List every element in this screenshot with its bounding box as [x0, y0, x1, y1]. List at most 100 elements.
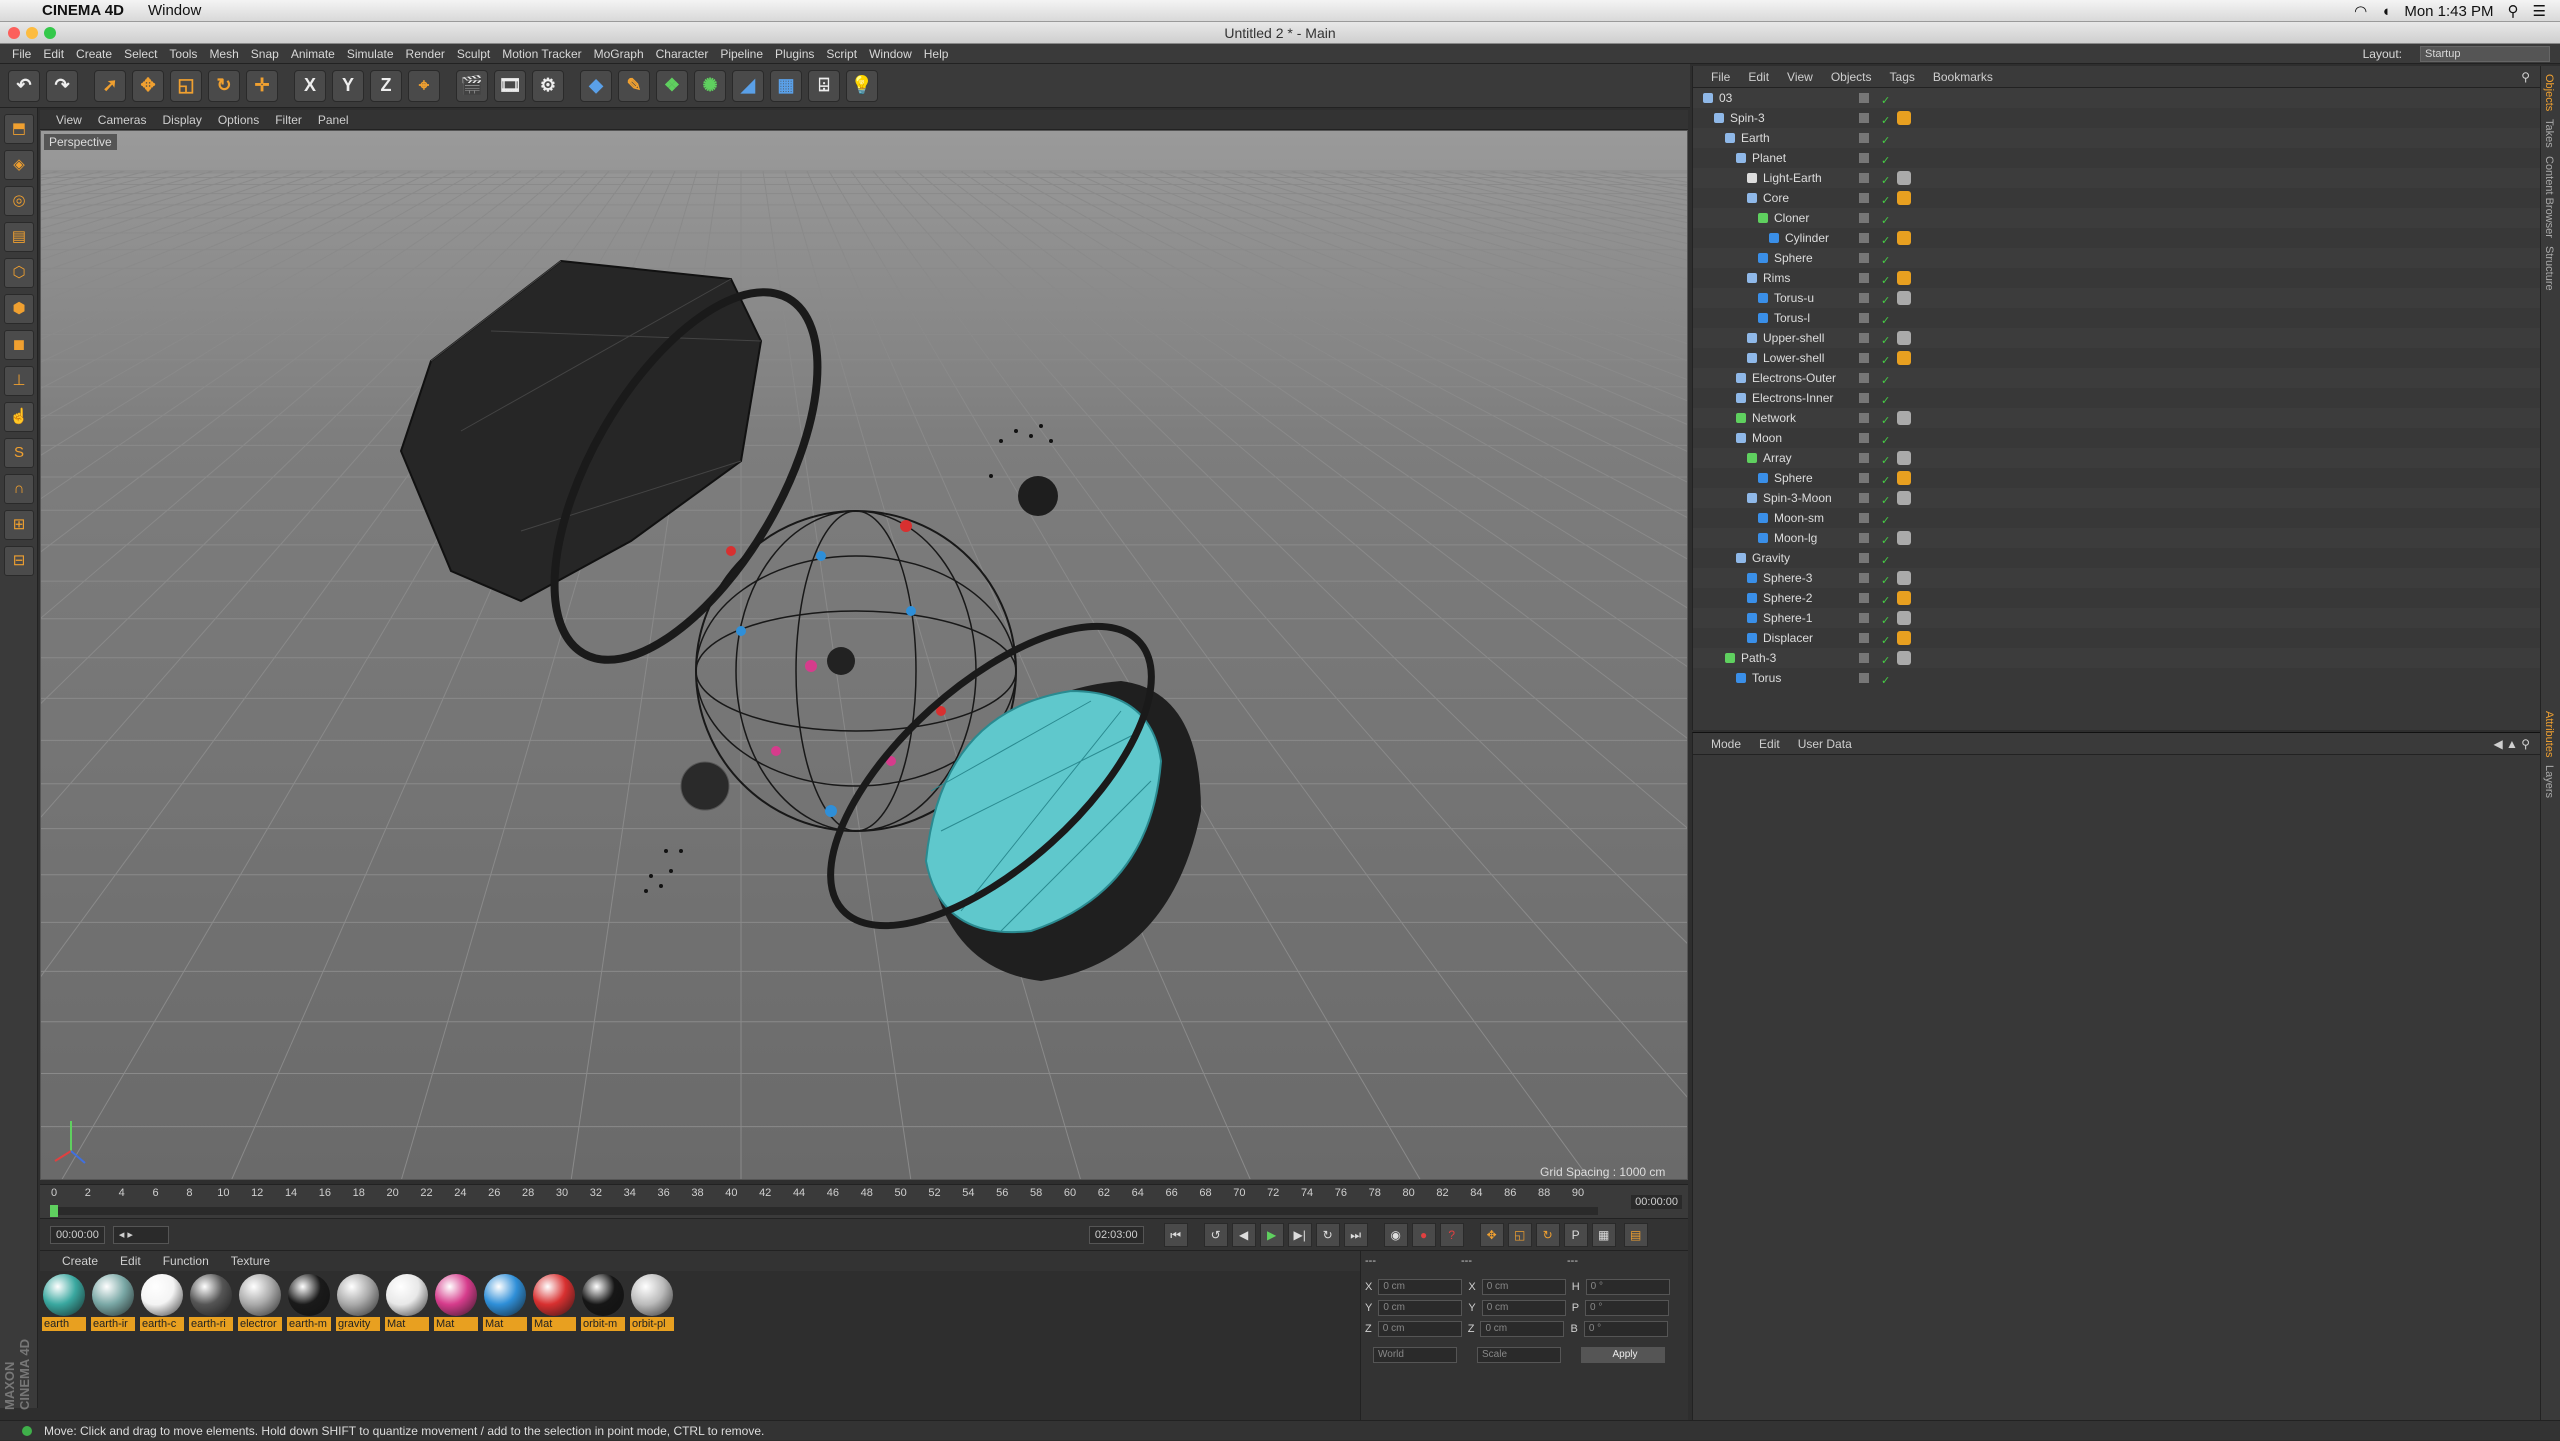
layer-icon[interactable]: [1859, 353, 1869, 363]
object-name[interactable]: Sphere: [1774, 248, 1813, 268]
rotation-h-field[interactable]: 0 °: [1585, 1279, 1670, 1295]
material-swatch[interactable]: earth-c: [140, 1273, 184, 1335]
subdivision-icon[interactable]: ❖: [656, 69, 688, 102]
material-menu-texture[interactable]: Texture: [231, 1254, 270, 1268]
object-menu-objects[interactable]: Objects: [1831, 70, 1872, 84]
size-z-field[interactable]: 0 cm: [1480, 1321, 1565, 1337]
object-tag-icon[interactable]: [1897, 491, 1911, 505]
points-mode-icon[interactable]: ⬡: [4, 258, 34, 288]
select-tool-icon[interactable]: ➚: [94, 69, 126, 102]
undo-icon[interactable]: ↶: [8, 69, 40, 102]
key-pla-icon[interactable]: ▦: [1591, 1222, 1616, 1247]
floor-icon[interactable]: ▦: [770, 69, 802, 102]
menu-character[interactable]: Character: [656, 47, 709, 61]
polygons-mode-icon[interactable]: ◼: [4, 330, 34, 360]
attribute-menu-user-data[interactable]: User Data: [1798, 737, 1852, 751]
object-row[interactable]: Electrons-Inner ✓: [1693, 388, 2541, 408]
material-swatch[interactable]: Mat: [385, 1273, 429, 1335]
object-row[interactable]: Sphere-1 ✓: [1693, 608, 2541, 628]
layer-icon[interactable]: [1859, 433, 1869, 443]
object-name[interactable]: 03: [1719, 88, 1732, 108]
object-row[interactable]: Sphere-3 ✓: [1693, 568, 2541, 588]
object-tag-icon[interactable]: [1897, 191, 1911, 205]
object-row[interactable]: Path-3 ✓: [1693, 648, 2541, 668]
material-swatch[interactable]: Mat: [532, 1273, 576, 1335]
layer-icon[interactable]: [1859, 193, 1869, 203]
layer-icon[interactable]: [1859, 133, 1869, 143]
rotation-b-field[interactable]: 0 °: [1583, 1321, 1668, 1337]
object-row[interactable]: 03 ✓: [1693, 88, 2541, 108]
cube-icon[interactable]: ◆: [580, 69, 612, 102]
edges-mode-icon[interactable]: ⬢: [4, 294, 34, 324]
object-row[interactable]: Electrons-Outer ✓: [1693, 368, 2541, 388]
z-axis-button[interactable]: Z: [370, 69, 402, 102]
object-tag-icon[interactable]: [1897, 531, 1911, 545]
render-picture-viewer-icon[interactable]: 🎞: [494, 69, 526, 102]
layer-icon[interactable]: [1859, 233, 1869, 243]
object-row[interactable]: Earth ✓: [1693, 128, 2541, 148]
menu-mograph[interactable]: MoGraph: [594, 47, 644, 61]
object-row[interactable]: Cloner ✓: [1693, 208, 2541, 228]
record-active-icon[interactable]: ●: [1411, 1222, 1436, 1247]
viewport-menu-view[interactable]: View: [56, 113, 82, 127]
viewport-menu-panel[interactable]: Panel: [318, 113, 349, 127]
object-name[interactable]: Cloner: [1774, 208, 1809, 228]
layer-icon[interactable]: [1859, 573, 1869, 583]
object-row[interactable]: Sphere-2 ✓: [1693, 588, 2541, 608]
object-row[interactable]: Network ✓: [1693, 408, 2541, 428]
object-row[interactable]: Lower-shell ✓: [1693, 348, 2541, 368]
key-scale-icon[interactable]: ◱: [1507, 1222, 1532, 1247]
camera-icon[interactable]: ⌹: [808, 69, 840, 102]
object-menu-bookmarks[interactable]: Bookmarks: [1933, 70, 1993, 84]
object-name[interactable]: Light-Earth: [1763, 168, 1822, 188]
layer-icon[interactable]: [1859, 453, 1869, 463]
layer-icon[interactable]: [1859, 653, 1869, 663]
object-menu-edit[interactable]: Edit: [1748, 70, 1769, 84]
wifi-icon[interactable]: ◠: [2354, 2, 2367, 20]
layer-icon[interactable]: [1859, 333, 1869, 343]
object-name[interactable]: Electrons-Outer: [1752, 368, 1836, 388]
object-row[interactable]: Sphere ✓: [1693, 248, 2541, 268]
material-swatch[interactable]: gravity: [336, 1273, 380, 1335]
material-swatch[interactable]: Mat: [483, 1273, 527, 1335]
menu-select[interactable]: Select: [124, 47, 157, 61]
y-axis-button[interactable]: Y: [332, 69, 364, 102]
object-name[interactable]: Moon-lg: [1774, 528, 1817, 548]
search-icon[interactable]: ⚲: [2508, 2, 2519, 20]
material-swatch[interactable]: electror: [238, 1273, 282, 1335]
layer-icon[interactable]: [1859, 413, 1869, 423]
tweak-mode-icon[interactable]: ☝: [4, 402, 34, 432]
object-tag-icon[interactable]: [1897, 291, 1911, 305]
layer-icon[interactable]: [1859, 533, 1869, 543]
viewport-menu-cameras[interactable]: Cameras: [98, 113, 147, 127]
layer-icon[interactable]: [1859, 153, 1869, 163]
object-row[interactable]: Sphere ✓: [1693, 468, 2541, 488]
layer-icon[interactable]: [1859, 213, 1869, 223]
material-menu-function[interactable]: Function: [163, 1254, 209, 1268]
object-tag-icon[interactable]: [1897, 231, 1911, 245]
zoom-window-button[interactable]: [44, 27, 56, 39]
object-row[interactable]: Moon ✓: [1693, 428, 2541, 448]
object-name[interactable]: Displacer: [1763, 628, 1813, 648]
position-y-field[interactable]: 0 cm: [1378, 1300, 1463, 1316]
go-to-prev-key-icon[interactable]: ↺: [1203, 1222, 1228, 1247]
object-row[interactable]: Upper-shell ✓: [1693, 328, 2541, 348]
object-row[interactable]: Torus-l ✓: [1693, 308, 2541, 328]
render-view-icon[interactable]: 🎬: [456, 69, 488, 102]
material-menu-create[interactable]: Create: [62, 1254, 98, 1268]
menu-simulate[interactable]: Simulate: [347, 47, 394, 61]
object-name[interactable]: Torus: [1752, 668, 1781, 688]
lock-workplane-icon[interactable]: ⊞: [4, 510, 34, 540]
size-y-field[interactable]: 0 cm: [1481, 1300, 1566, 1316]
autokey-icon[interactable]: ?: [1439, 1222, 1464, 1247]
notification-icon[interactable]: ☰: [2533, 2, 2546, 20]
object-row[interactable]: Planet ✓: [1693, 148, 2541, 168]
x-axis-button[interactable]: X: [294, 69, 326, 102]
attribute-nav-icon[interactable]: ◀ ▲ ⚲: [2493, 737, 2530, 751]
position-x-field[interactable]: 0 cm: [1378, 1279, 1463, 1295]
object-row[interactable]: Torus-u ✓: [1693, 288, 2541, 308]
menu-window[interactable]: Window: [869, 47, 912, 61]
object-row[interactable]: Array ✓: [1693, 448, 2541, 468]
object-name[interactable]: Path-3: [1741, 648, 1776, 668]
coord-scale-dropdown[interactable]: Scale: [1477, 1347, 1561, 1363]
